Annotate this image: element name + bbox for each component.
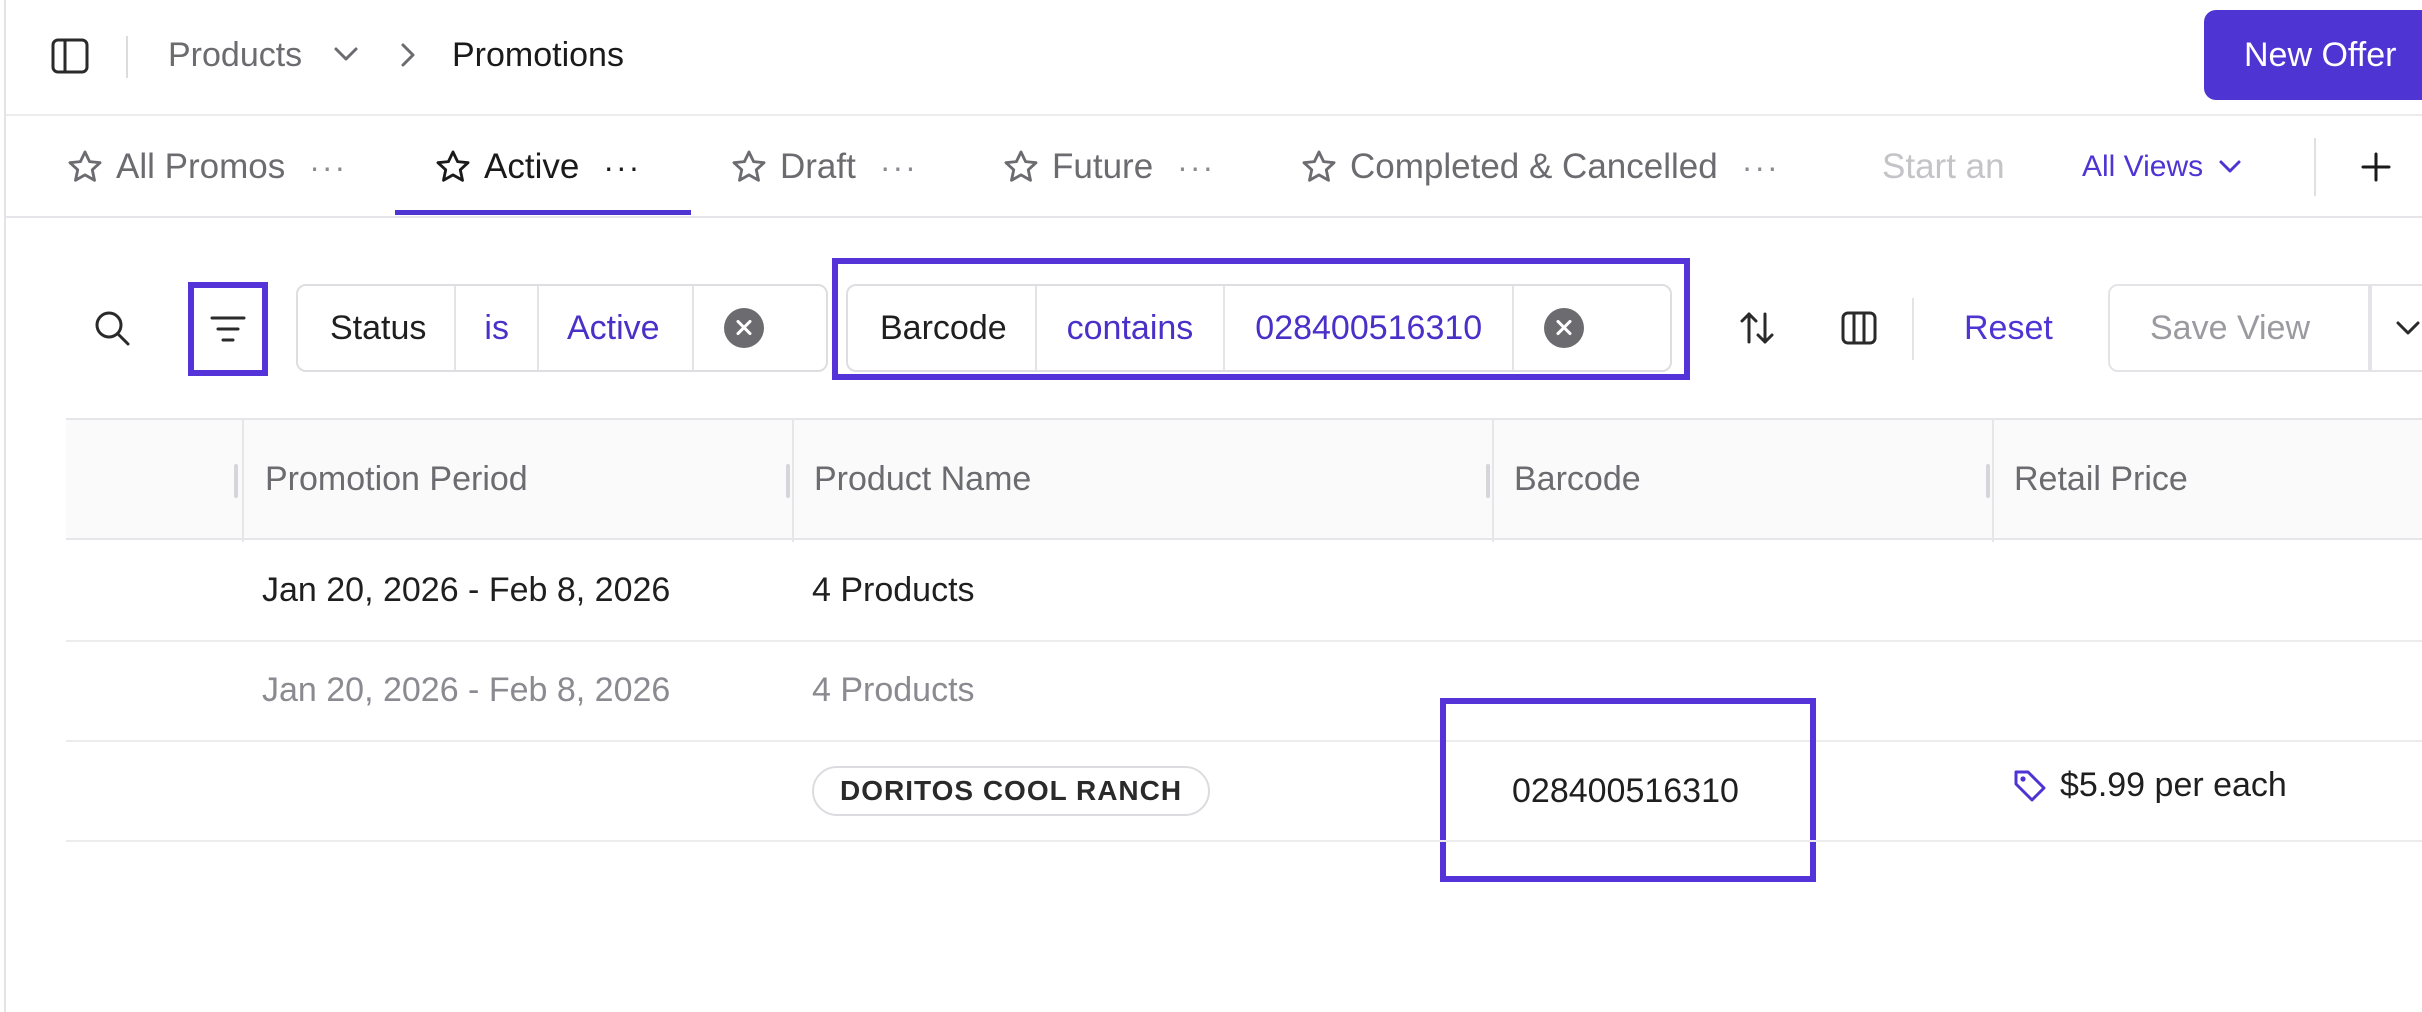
star-icon[interactable] <box>1002 148 1040 186</box>
columns-button[interactable] <box>1836 304 1882 352</box>
table-row[interactable]: Jan 20, 2026 - Feb 8, 2026 4 Products <box>66 542 2422 640</box>
column-border <box>1992 418 1994 542</box>
cell-promotion-period: Jan 20, 2026 - Feb 8, 2026 <box>262 671 671 709</box>
cell-product-name: 4 Products <box>812 671 975 709</box>
highlight-barcode-cell <box>1440 698 1816 882</box>
breadcrumb-current: Promotions <box>452 36 624 74</box>
active-tab-indicator <box>395 210 691 215</box>
star-icon[interactable] <box>66 148 104 186</box>
tab-draft[interactable]: Draft ··· <box>730 116 918 218</box>
table-row[interactable]: Jan 20, 2026 - Feb 8, 2026 4 Products <box>66 642 2422 740</box>
chevron-right-icon <box>401 43 415 67</box>
more-icon[interactable]: ··· <box>1177 149 1215 186</box>
cell-product-name: 4 Products <box>812 571 975 609</box>
plus-icon <box>2361 152 2391 182</box>
sidebar-panel-icon <box>51 38 89 74</box>
filter-operator[interactable]: is <box>456 286 539 370</box>
more-icon[interactable]: ··· <box>880 149 918 186</box>
more-icon[interactable]: ··· <box>603 149 641 186</box>
row-divider <box>66 840 2422 842</box>
tab-active[interactable]: Active ··· <box>434 116 641 218</box>
tab-label: Active <box>484 147 580 186</box>
all-views-dropdown[interactable]: All Views <box>2082 116 2243 218</box>
add-view-button[interactable] <box>2356 138 2396 196</box>
tab-label: Start an <box>1882 147 2005 186</box>
tab-all-promos[interactable]: All Promos ··· <box>66 116 347 218</box>
filter-clear-button[interactable] <box>1514 286 1614 370</box>
save-view-options-button[interactable] <box>2368 284 2422 372</box>
reset-button[interactable]: Reset <box>1964 284 2053 372</box>
toolbar-divider <box>1912 298 1914 360</box>
tabs-divider <box>2314 138 2316 196</box>
breadcrumb-divider <box>126 36 128 78</box>
column-header-product-name[interactable]: Product Name <box>814 418 1031 540</box>
price-tag-icon <box>2014 770 2046 801</box>
filter-field[interactable]: Barcode <box>848 286 1037 370</box>
more-icon[interactable]: ··· <box>309 149 347 186</box>
cell-promotion-period: Jan 20, 2026 - Feb 8, 2026 <box>262 571 671 609</box>
sidebar-toggle-button[interactable] <box>48 34 92 78</box>
breadcrumb-products[interactable]: Products <box>168 30 302 80</box>
search-icon <box>95 311 130 346</box>
sort-arrows-icon <box>1740 312 1774 344</box>
column-header-promotion-period[interactable]: Promotion Period <box>265 418 528 540</box>
chevron-down-icon[interactable] <box>332 44 360 64</box>
column-border <box>792 418 794 542</box>
column-resize-handle[interactable] <box>786 464 790 498</box>
filter-button[interactable] <box>188 282 268 376</box>
column-resize-handle[interactable] <box>1486 464 1490 498</box>
filter-chip-status[interactable]: Status is Active <box>296 284 828 372</box>
chevron-down-icon <box>2219 160 2241 173</box>
tab-label: Completed & Cancelled <box>1350 147 1718 186</box>
retail-price-value: $5.99 per each <box>2060 766 2287 804</box>
close-circle-icon <box>723 308 764 348</box>
columns-icon <box>1841 311 1877 345</box>
column-header-retail-price[interactable]: Retail Price <box>2014 418 2188 540</box>
all-views-label: All Views <box>2082 150 2204 183</box>
star-icon[interactable] <box>1300 148 1338 186</box>
column-resize-handle[interactable] <box>1986 464 1990 498</box>
filter-chip-barcode[interactable]: Barcode contains 028400516310 <box>846 284 1672 372</box>
tab-completed-cancelled[interactable]: Completed & Cancelled ··· <box>1300 116 1780 218</box>
sort-button[interactable] <box>1734 304 1780 352</box>
search-button[interactable] <box>88 304 136 352</box>
star-icon[interactable] <box>730 148 768 186</box>
tab-label: All Promos <box>116 147 286 186</box>
tab-label: Draft <box>780 147 856 186</box>
column-resize-handle[interactable] <box>234 464 238 498</box>
column-header-barcode[interactable]: Barcode <box>1514 418 1641 540</box>
tab-label: Future <box>1052 147 1154 186</box>
column-border <box>1492 418 1494 542</box>
more-icon[interactable]: ··· <box>1742 149 1780 186</box>
star-icon[interactable] <box>434 148 472 186</box>
cell-retail-price: $5.99 per each <box>2012 766 2287 805</box>
filter-clear-button[interactable] <box>694 286 794 370</box>
filter-operator[interactable]: contains <box>1037 286 1226 370</box>
tab-future[interactable]: Future ··· <box>1002 116 1215 218</box>
column-border <box>242 418 244 542</box>
save-view-button[interactable]: Save View <box>2108 284 2372 372</box>
chevron-down-icon <box>2396 321 2420 335</box>
product-tag[interactable]: DORITOS COOL RANCH <box>812 766 1211 816</box>
tab-start-new[interactable]: Start an <box>1882 116 2022 218</box>
top-bar <box>6 0 2422 116</box>
new-offer-button[interactable]: New Offer <box>2204 10 2422 100</box>
filter-value[interactable]: 028400516310 <box>1225 286 1515 370</box>
filter-lines-icon <box>210 316 246 342</box>
close-circle-icon <box>1544 308 1585 348</box>
filter-value[interactable]: Active <box>539 286 694 370</box>
filter-field[interactable]: Status <box>298 286 457 370</box>
